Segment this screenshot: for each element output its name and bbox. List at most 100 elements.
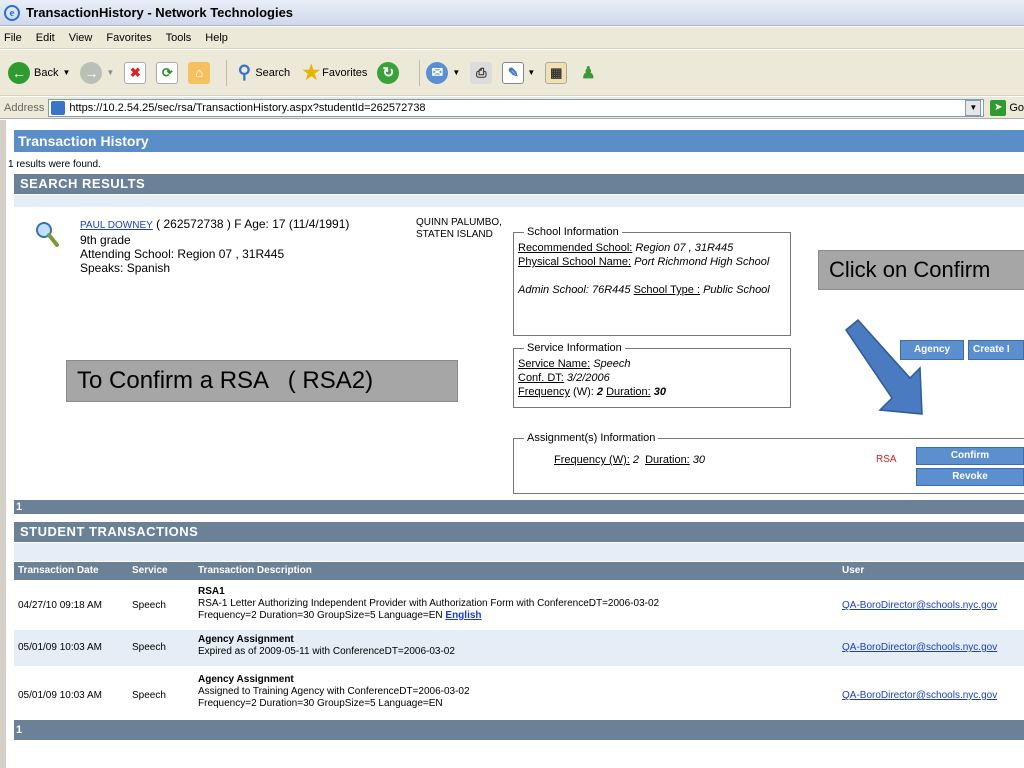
student-attending: Attending School: Region 07 , 31R445 [80,247,285,261]
window-title-bar: e TransactionHistory - Network Technolog… [0,0,1024,26]
history-button[interactable]: ↻ [377,61,403,84]
row-user-link[interactable]: QA-BoroDirector@schools.nyc.gov [842,642,997,653]
messenger-button[interactable]: ♟ [577,62,599,84]
case-manager: QUINN PALUMBO, STATEN ISLAND [416,217,502,241]
table-row: 05/01/09 10:03 AM Speech Agency Assignme… [14,630,1024,666]
forward-arrow-icon: → [80,61,103,84]
row-service: Speech [132,600,166,611]
menu-view[interactable]: View [69,32,93,44]
toolbar-separator [226,59,228,86]
toolbar-separator [419,59,421,86]
student-grade: 9th grade [80,233,131,247]
row-date: 04/27/10 09:18 AM [18,600,102,611]
favorites-label: Favorites [322,66,368,79]
forward-button[interactable]: → ▼ [80,61,114,84]
home-button[interactable]: ⌂ [188,61,211,84]
row-user-link[interactable]: QA-BoroDirector@schools.nyc.gov [842,600,997,611]
frequency-label: Frequency [518,386,570,398]
address-input[interactable]: https://10.2.54.25/sec/rsa/TransactionHi… [48,98,985,117]
english-link[interactable]: English [445,610,481,621]
star-icon: ★ [302,62,321,84]
table-row: 04/27/10 09:18 AM Speech RSA1 RSA-1 Lett… [14,582,1024,628]
service-name-label: Service Name: [518,358,591,370]
go-label: Go [1009,101,1024,114]
assignment-duration-label: Duration: [645,454,690,466]
frequency-unit: (W): [573,386,594,398]
conf-dt-value: 3/2/2006 [566,372,610,384]
create-button[interactable]: Create I [968,340,1024,360]
back-button[interactable]: ← Back ▼ [8,61,70,84]
address-bar: Address https://10.2.54.25/sec/rsa/Trans… [0,97,1024,119]
row-line1: RSA-1 Letter Authorizing Independent Pro… [198,598,660,609]
col-user: User [842,565,865,576]
table-row: 05/01/09 10:03 AM Speech Agency Assignme… [14,672,1024,718]
row-line1: Expired as of 2009-05-11 with Conference… [198,646,455,657]
school-type-label: School Type : [633,284,701,296]
confirm-rsa-callout: To Confirm a RSA ( RSA2) [66,360,458,402]
page-icon [51,100,66,115]
favorites-button[interactable]: ★ Favorites [300,62,367,84]
edit-dropdown-icon[interactable]: ▼ [527,68,535,77]
row-date: 05/01/09 10:03 AM [18,642,102,653]
school-type-value: Public School [703,284,770,296]
transactions-band [14,543,1024,561]
forward-dropdown-icon[interactable]: ▼ [106,68,114,77]
student-name-link[interactable]: PAUL DOWNEY [80,220,153,231]
edit-button[interactable]: ✎ ▼ [502,61,535,84]
physical-school-label: Physical School Name: [518,256,632,268]
discuss-icon: ▦ [545,61,568,84]
row-description: Agency Assignment Expired as of 2009-05-… [198,634,455,658]
address-dropdown-icon[interactable]: ▼ [965,99,982,116]
menu-tools[interactable]: Tools [166,32,192,44]
row-date: 05/01/09 10:03 AM [18,690,102,701]
col-service: Service [132,565,168,576]
print-button[interactable]: ⎙ [470,61,493,84]
menu-favorites[interactable]: Favorites [106,32,151,44]
page-number[interactable]: 1 [16,501,22,513]
physical-school-value: Port Richmond High School [634,256,770,268]
row-line2: Frequency=2 Duration=30 GroupSize=5 Lang… [198,698,443,709]
stop-button[interactable]: ✖ [124,61,147,84]
case-manager-name: QUINN PALUMBO, [416,217,502,228]
menu-file[interactable]: File [4,32,22,44]
magnifier-icon[interactable] [34,220,60,250]
back-dropdown-icon[interactable]: ▼ [62,68,70,77]
revoke-button[interactable]: Revoke [916,468,1024,486]
results-count: 1 results were found. [8,159,101,170]
browser-toolbar: ← Back ▼ → ▼ ✖ ⟳ ⌂ ⚲ Search ★ Favorites … [0,50,1024,96]
discuss-button[interactable]: ▦ [545,61,568,84]
mail-dropdown-icon[interactable]: ▼ [452,68,460,77]
row-description: RSA1 RSA-1 Letter Authorizing Independen… [198,586,659,622]
row-service: Speech [132,690,166,701]
mail-icon: ✉ [426,61,449,84]
refresh-button[interactable]: ⟳ [156,61,179,84]
page-title: Transaction History [14,130,1024,152]
search-button[interactable]: ⚲ Search [233,62,290,84]
search-results-header: SEARCH RESULTS [14,174,1024,194]
menu-edit[interactable]: Edit [36,32,55,44]
search-icon: ⚲ [237,62,251,82]
assignment-info-legend: Assignment(s) Information [524,432,659,444]
service-name-value: Speech [593,358,631,370]
confirm-button[interactable]: Confirm [916,447,1024,465]
print-icon: ⎙ [470,61,493,84]
duration-value: 30 [653,386,667,398]
duration-label: Duration: [606,386,651,398]
go-arrow-icon: ➤ [990,99,1007,116]
back-arrow-icon: ← [8,61,30,84]
address-label: Address [4,101,45,114]
case-manager-borough: STATEN ISLAND [416,229,493,240]
mail-button[interactable]: ✉ ▼ [426,61,460,84]
page-number[interactable]: 1 [16,724,22,736]
address-url[interactable]: https://10.2.54.25/sec/rsa/TransactionHi… [69,102,425,114]
student-transactions-header: STUDENT TRANSACTIONS [14,522,1024,542]
row-service: Speech [132,642,166,653]
rsa-label: RSA [876,454,897,465]
row-title: RSA1 [198,586,225,597]
go-button[interactable]: ➤ Go [990,99,1024,116]
refresh-icon: ⟳ [156,61,179,84]
row-user-link[interactable]: QA-BoroDirector@schools.nyc.gov [842,690,997,701]
menu-help[interactable]: Help [205,32,228,44]
student-details: ( 262572738 ) F Age: 17 (11/4/1991) [156,217,350,231]
messenger-icon: ♟ [581,64,596,82]
